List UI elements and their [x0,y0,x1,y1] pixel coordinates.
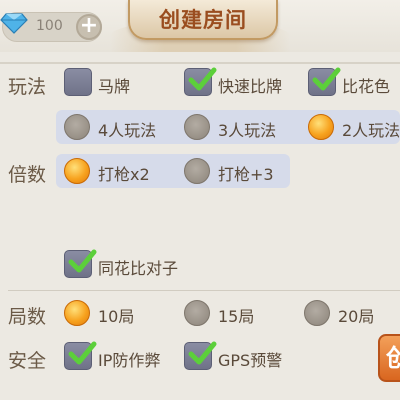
checkbox-gps-warning[interactable] [184,341,217,370]
radio-daqiang-x2[interactable] [64,158,90,184]
gem-count: 100 [36,18,63,34]
page-title: 创建房间 [159,8,247,32]
check-icon [311,65,341,95]
row-label-jushu: 局数 [8,306,47,328]
checkbox-kuaisu-bipai[interactable] [184,67,217,96]
option-label: 快速比牌 [218,77,283,96]
option-4-players[interactable]: 4人玩法 [64,112,174,142]
check-icon [187,65,217,95]
option-label: IP防作弊 [98,351,161,370]
option-tonghua-bi-duizi[interactable]: 同花比对子 [64,249,204,280]
option-label: 15局 [218,307,255,326]
option-label: 同花比对子 [98,259,179,278]
option-label: 比花色 [342,77,391,96]
option-gps-warning[interactable]: GPS预警 [184,341,304,372]
option-10-rounds[interactable]: 10局 [64,298,164,328]
option-daqiang-plus3[interactable]: 打枪+3 [184,156,288,186]
checkbox-bi-huase[interactable] [308,67,341,96]
checkbox-mapai[interactable] [64,68,92,96]
option-label: 10局 [98,307,135,326]
row-label-wanfa: 玩法 [8,76,47,98]
option-2-players[interactable]: 2人玩法 [308,112,400,142]
radio-3-players[interactable] [184,114,210,140]
option-15-rounds[interactable]: 15局 [184,298,284,328]
option-mapai[interactable]: 马牌 [64,68,174,98]
option-3-players[interactable]: 3人玩法 [184,112,294,142]
option-label: 打枪+3 [218,165,274,184]
radio-20-rounds[interactable] [304,300,330,326]
radio-daqiang-plus3[interactable] [184,158,210,184]
option-label: 打枪x2 [98,165,150,184]
option-label: 4人玩法 [98,121,157,140]
checkbox-tonghua-bi-duizi[interactable] [64,249,97,278]
radio-4-players[interactable] [64,114,90,140]
create-room-button[interactable]: 创 [378,334,400,382]
check-icon [67,339,97,369]
option-label: GPS预警 [218,351,283,370]
option-daqiang-x2[interactable]: 打枪x2 [64,156,174,186]
option-label: 2人玩法 [342,121,400,140]
header-divider [0,62,400,64]
check-icon [187,339,217,369]
radio-15-rounds[interactable] [184,300,210,326]
section-divider [8,290,400,291]
radio-10-rounds[interactable] [64,300,90,326]
option-ip-anticheat[interactable]: IP防作弊 [64,341,174,372]
option-bi-huase[interactable]: 比花色 [308,67,400,98]
option-kuaisu-bipai[interactable]: 快速比牌 [184,67,304,98]
option-20-rounds[interactable]: 20局 [304,298,394,328]
option-label: 3人玩法 [218,121,277,140]
row-label-beishu: 倍数 [8,164,47,186]
option-label: 马牌 [98,77,131,96]
checkbox-ip-anticheat[interactable] [64,341,97,370]
radio-2-players[interactable] [308,114,334,140]
add-gems-button[interactable]: + [76,14,102,40]
option-label: 20局 [338,307,375,326]
row-label-anquan: 安全 [8,350,47,372]
gem-icon [0,12,28,34]
check-icon [67,247,97,277]
